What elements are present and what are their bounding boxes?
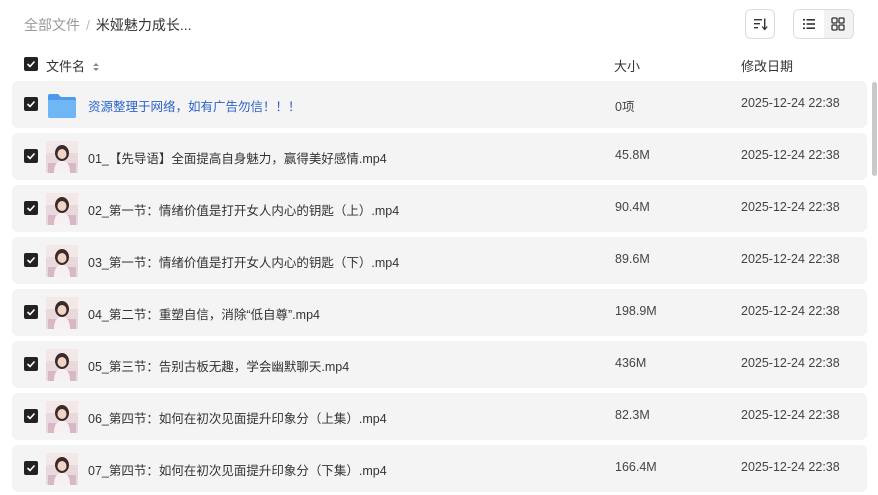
column-date-header[interactable]: 修改日期: [741, 56, 793, 75]
file-date: 2025-12-24 22:38: [741, 200, 840, 214]
select-all-checkbox[interactable]: [24, 57, 38, 71]
view-switch: [793, 9, 854, 39]
column-name-label: 文件名: [46, 59, 86, 74]
checkbox-checked-icon: [26, 152, 36, 160]
row-checkbox[interactable]: [24, 305, 38, 319]
video-thumbnail: [46, 141, 78, 173]
file-date: 2025-12-24 22:38: [741, 460, 840, 474]
table-row[interactable]: 06_第四节：如何在初次见面提升印象分（上集）.mp4 82.3M 2025-12-…: [12, 393, 867, 440]
video-thumbnail: [46, 297, 78, 329]
table-row[interactable]: 03_第一节：情绪价值是打开女人内心的钥匙（下）.mp4 89.6M 2025-12…: [12, 237, 867, 284]
file-size: 166.4M: [615, 460, 657, 474]
column-size-header[interactable]: 大小: [614, 56, 640, 75]
video-thumbnail: [46, 401, 78, 433]
top-bar: 全部文件 / 米娅魅力成长...: [0, 0, 878, 48]
file-name[interactable]: 06_第四节：如何在初次见面提升印象分（上集）.mp4: [88, 408, 387, 427]
table-row[interactable]: 资源整理于网络，如有广告勿信！！！ 0项 2025-12-24 22:38: [12, 81, 867, 128]
grid-view-icon: [831, 17, 845, 31]
sort-icon: [754, 18, 768, 31]
table-row[interactable]: 05_第三节：告别古板无趣，学会幽默聊天.mp4 436M 2025-12-24 2…: [12, 341, 867, 388]
file-size: 82.3M: [615, 408, 650, 422]
column-header: 文件名 大小 修改日期: [0, 50, 878, 78]
video-thumbnail: [46, 193, 78, 225]
file-size: 90.4M: [615, 200, 650, 214]
file-date: 2025-12-24 22:38: [741, 408, 840, 422]
video-thumbnail: [46, 453, 78, 485]
file-name[interactable]: 02_第一节：情绪价值是打开女人内心的钥匙（上）.mp4: [88, 200, 399, 219]
scrollbar[interactable]: [872, 82, 877, 176]
row-checkbox[interactable]: [24, 461, 38, 475]
checkbox-checked-icon: [26, 100, 36, 108]
file-size: 89.6M: [615, 252, 650, 266]
sort-button[interactable]: [745, 9, 775, 39]
file-date: 2025-12-24 22:38: [741, 96, 840, 110]
file-size: 45.8M: [615, 148, 650, 162]
checkbox-checked-icon: [26, 308, 36, 316]
row-checkbox[interactable]: [24, 201, 38, 215]
file-date: 2025-12-24 22:38: [741, 252, 840, 266]
file-size: 198.9M: [615, 304, 657, 318]
file-size: 0项: [615, 100, 635, 114]
file-name[interactable]: 03_第一节：情绪价值是打开女人内心的钥匙（下）.mp4: [88, 252, 399, 271]
checkbox-checked-icon: [26, 464, 36, 472]
table-row[interactable]: 01_【先导语】全面提高自身魅力，赢得美好感情.mp4 45.8M 2025-12-…: [12, 133, 867, 180]
grid-view-button[interactable]: [823, 10, 853, 38]
table-row[interactable]: 02_第一节：情绪价值是打开女人内心的钥匙（上）.mp4 90.4M 2025-12…: [12, 185, 867, 232]
file-name[interactable]: 01_【先导语】全面提高自身魅力，赢得美好感情.mp4: [88, 148, 387, 167]
row-checkbox[interactable]: [24, 409, 38, 423]
file-date: 2025-12-24 22:38: [741, 148, 840, 162]
file-name[interactable]: 资源整理于网络，如有广告勿信！！！: [88, 96, 301, 115]
file-size: 436M: [615, 356, 647, 370]
row-checkbox[interactable]: [24, 253, 38, 267]
row-checkbox[interactable]: [24, 149, 38, 163]
file-name[interactable]: 07_第四节：如何在初次见面提升印象分（下集）.mp4: [88, 460, 387, 479]
row-checkbox[interactable]: [24, 357, 38, 371]
file-name[interactable]: 05_第三节：告别古板无趣，学会幽默聊天.mp4: [88, 356, 349, 375]
file-name[interactable]: 04_第二节：重塑自信，消除“低自尊”.mp4: [88, 304, 320, 323]
checkbox-checked-icon: [26, 60, 36, 68]
column-name-header[interactable]: 文件名: [46, 56, 100, 75]
folder-icon: [46, 89, 78, 121]
video-thumbnail: [46, 245, 78, 277]
file-date: 2025-12-24 22:38: [741, 304, 840, 318]
sort-arrows-icon: [92, 63, 99, 71]
file-date: 2025-12-24 22:38: [741, 356, 840, 370]
row-checkbox[interactable]: [24, 97, 38, 111]
breadcrumb-root[interactable]: 全部文件: [24, 17, 80, 33]
breadcrumb: 全部文件 / 米娅魅力成长...: [24, 15, 192, 35]
breadcrumb-current: 米娅魅力成长...: [95, 17, 192, 33]
checkbox-checked-icon: [26, 256, 36, 264]
table-row[interactable]: 04_第二节：重塑自信，消除“低自尊”.mp4 198.9M 2025-12-24 …: [12, 289, 867, 336]
list-view-icon: [802, 19, 815, 29]
checkbox-checked-icon: [26, 360, 36, 368]
checkbox-checked-icon: [26, 412, 36, 420]
video-thumbnail: [46, 349, 78, 381]
table-row[interactable]: 07_第四节：如何在初次见面提升印象分（下集）.mp4 166.4M 2025-12…: [12, 445, 867, 492]
checkbox-checked-icon: [26, 204, 36, 212]
breadcrumb-separator: /: [86, 17, 90, 33]
list-view-button[interactable]: [794, 10, 824, 38]
